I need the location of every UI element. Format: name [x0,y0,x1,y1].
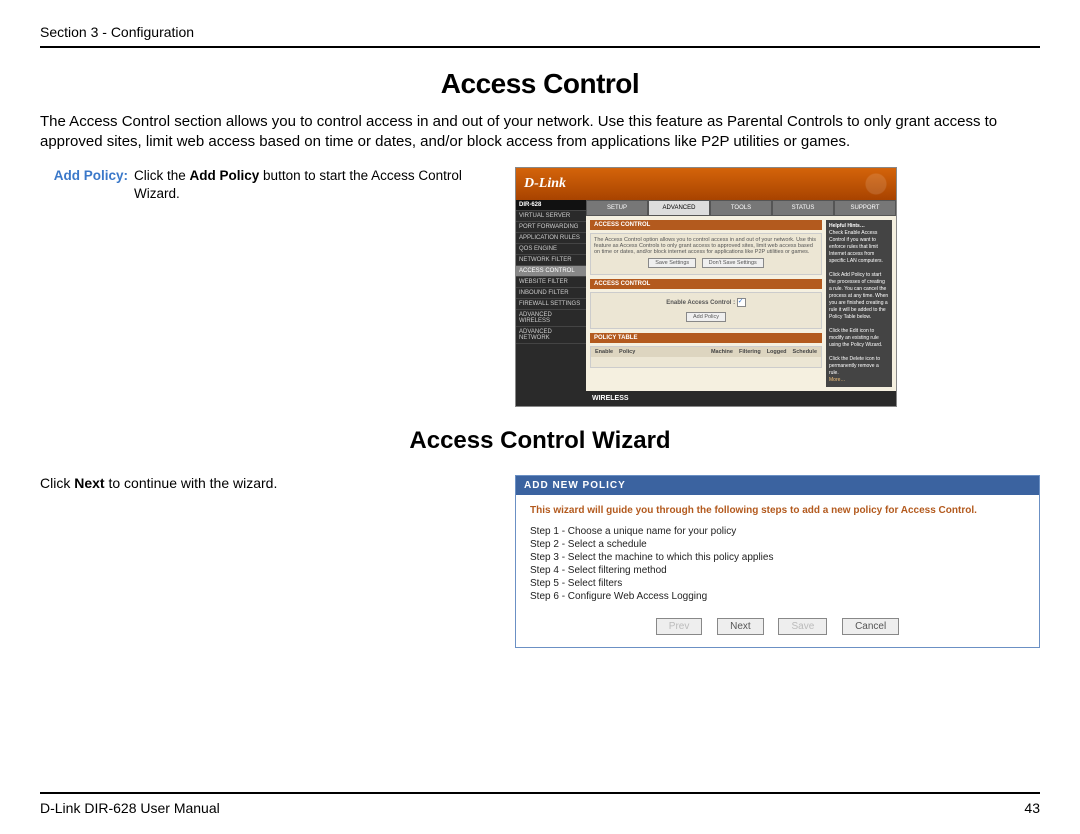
add-policy-button[interactable]: Add Policy [686,312,726,322]
feature-text: Click the Add Policy button to start the… [134,167,495,203]
wizard-step-4: Step 4 - Select filtering method [530,565,1025,576]
sidebar-item-inbound-filter[interactable]: INBOUND FILTER [516,288,586,299]
section-access-control-title: ACCESS CONTROL [590,220,822,230]
tab-status[interactable]: STATUS [772,200,834,216]
col-machine: Machine [711,349,733,355]
sidebar-item-access-control[interactable]: ACCESS CONTROL [516,266,586,277]
feature-text-bold: Add Policy [190,168,260,183]
enable-access-control-label: Enable Access Control : [666,300,735,306]
sidebar-item-application-rules[interactable]: APPLICATION RULES [516,233,586,244]
tab-setup[interactable]: SETUP [586,200,648,216]
helpful-hints-more[interactable]: More… [829,377,845,383]
save-settings-button[interactable]: Save Settings [648,258,696,268]
policy-table-header: Enable Policy Machine Filtering Logged S… [591,347,821,357]
wizard-text-before: Click [40,475,74,491]
cancel-button[interactable]: Cancel [842,618,899,635]
save-button[interactable]: Save [778,618,827,635]
screenshot-access-control: D-Link DIR-628 VIRTUAL SERVER PORT FORWA… [515,167,897,407]
router-sidebar: DIR-628 VIRTUAL SERVER PORT FORWARDING A… [516,200,586,406]
sidebar-item-qos-engine[interactable]: QOS ENGINE [516,244,586,255]
subtitle-access-control-wizard: Access Control Wizard [40,427,1040,455]
wizard-instruction: Click Next to continue with the wizard. [40,475,495,491]
section-access-control-title2: ACCESS CONTROL [590,279,822,289]
sidebar-item-network-filter[interactable]: NETWORK FILTER [516,255,586,266]
prev-button[interactable]: Prev [656,618,703,635]
section-header: Section 3 - Configuration [40,24,1040,48]
col-logged: Logged [767,349,787,355]
helpful-hints-title: Helpful Hints… [829,223,865,229]
header-swoosh-graphic [736,168,896,200]
policy-table-title: POLICY TABLE [590,333,822,343]
wizard-intro: This wizard will guide you through the f… [530,505,1025,516]
page-title: Access Control [40,68,1040,100]
brand-logo-text: D-Link [524,176,566,192]
wizard-text-bold: Next [74,475,104,491]
tab-tools[interactable]: TOOLS [710,200,772,216]
sidebar-item-port-forwarding[interactable]: PORT FORWARDING [516,222,586,233]
wizard-text-after: to continue with the wizard. [105,475,278,491]
sidebar-item-firewall-settings[interactable]: FIREWALL SETTINGS [516,299,586,310]
wizard-step-5: Step 5 - Select filters [530,578,1025,589]
dont-save-settings-button[interactable]: Don't Save Settings [702,258,764,268]
screenshot-add-new-policy: ADD NEW POLICY This wizard will guide yo… [515,475,1040,648]
sidebar-model: DIR-628 [516,200,586,211]
col-enable: Enable [595,349,613,355]
enable-access-control-checkbox[interactable] [737,298,746,307]
wizard-step-6: Step 6 - Configure Web Access Logging [530,591,1025,602]
helpful-hints-text: Check Enable Access Control if you want … [829,230,889,377]
footer-page-number: 43 [1024,800,1040,816]
footer-manual-title: D-Link DIR-628 User Manual [40,800,220,816]
sidebar-item-virtual-server[interactable]: VIRTUAL SERVER [516,211,586,222]
tab-advanced[interactable]: ADVANCED [648,200,710,216]
tab-support[interactable]: SUPPORT [834,200,896,216]
feature-text-before: Click the [134,168,190,183]
router-tabs: SETUP ADVANCED TOOLS STATUS SUPPORT [586,200,896,216]
page-footer: D-Link DIR-628 User Manual 43 [40,792,1040,816]
wizard-step-3: Step 3 - Select the machine to which thi… [530,552,1025,563]
section-access-control-desc: The Access Control option allows you to … [590,233,822,275]
section-desc-text: The Access Control option allows you to … [594,237,816,255]
col-policy: Policy [619,349,635,355]
router-footer-wireless: WIRELESS [586,391,896,406]
feature-label: Add Policy: [40,167,134,203]
wizard-step-1: Step 1 - Choose a unique name for your p… [530,526,1025,537]
col-schedule: Schedule [793,349,817,355]
wizard-panel-title: ADD NEW POLICY [516,476,1039,495]
col-filtering: Filtering [739,349,761,355]
sidebar-item-advanced-network[interactable]: ADVANCED NETWORK [516,327,586,344]
sidebar-item-advanced-wireless[interactable]: ADVANCED WIRELESS [516,310,586,327]
intro-paragraph: The Access Control section allows you to… [40,112,1040,151]
router-brand-header: D-Link [516,168,896,200]
wizard-step-2: Step 2 - Select a schedule [530,539,1025,550]
feature-add-policy: Add Policy: Click the Add Policy button … [40,167,495,203]
next-button[interactable]: Next [717,618,764,635]
helpful-hints-panel: Helpful Hints… Check Enable Access Contr… [826,220,892,387]
sidebar-item-website-filter[interactable]: WEBSITE FILTER [516,277,586,288]
